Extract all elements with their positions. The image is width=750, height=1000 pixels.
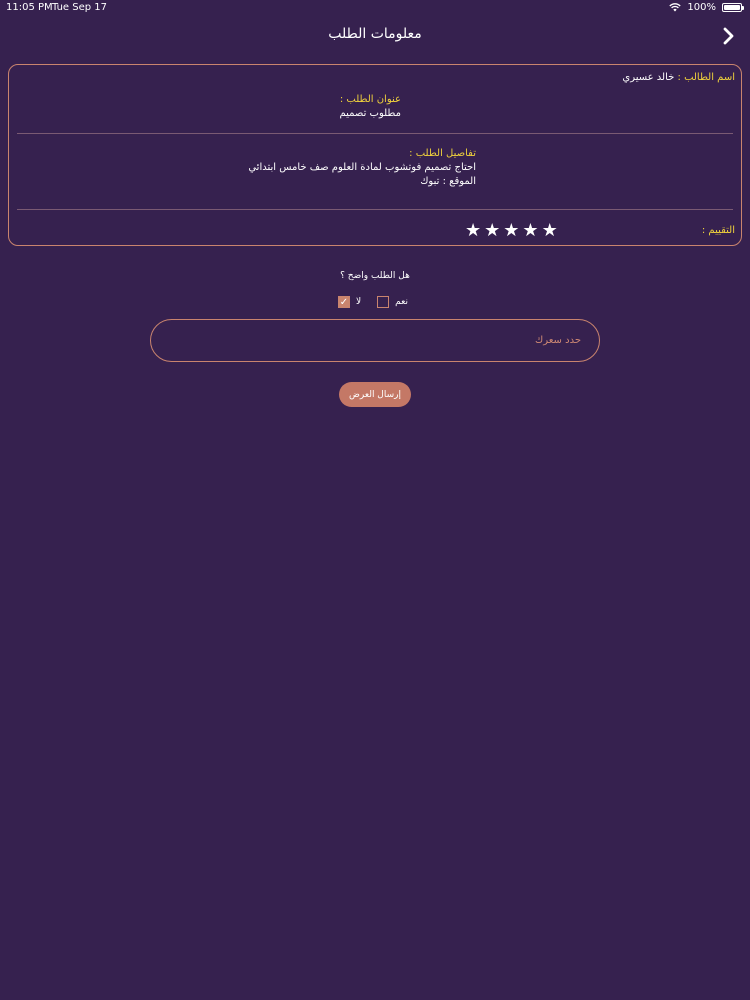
yes-label: نعم bbox=[395, 297, 408, 307]
request-location: الموقع : تبوك bbox=[420, 176, 476, 187]
star-icon: ★ bbox=[541, 220, 558, 241]
request-title-value: مطلوب تصميم bbox=[339, 108, 401, 119]
chevron-right-icon[interactable] bbox=[718, 26, 738, 46]
star-icon: ★ bbox=[522, 220, 539, 241]
student-line: اسم الطالب : خالد عسيري bbox=[622, 72, 735, 83]
student-label: اسم الطالب : bbox=[677, 72, 735, 83]
no-checkbox[interactable]: ✓ bbox=[338, 296, 350, 308]
nav-bar: معلومات الطلب bbox=[0, 18, 750, 54]
student-name: خالد عسيري bbox=[622, 72, 675, 83]
request-details-label: تفاصيل الطلب : bbox=[409, 148, 476, 159]
no-label: لا bbox=[356, 297, 362, 307]
status-date: Tue Sep 17 bbox=[52, 2, 108, 13]
rating-stars: ★ ★ ★ ★ ★ bbox=[465, 222, 558, 240]
request-title-label: عنوان الطلب : bbox=[339, 94, 401, 105]
divider bbox=[17, 209, 733, 210]
status-indicators: 100% bbox=[669, 2, 744, 13]
price-input[interactable] bbox=[151, 320, 599, 361]
clarity-question: هل الطلب واضح ؟ bbox=[340, 271, 410, 281]
star-icon: ★ bbox=[503, 220, 520, 241]
price-field[interactable] bbox=[150, 319, 600, 362]
checkmark-icon: ✓ bbox=[339, 296, 349, 308]
battery-icon bbox=[722, 3, 744, 12]
request-title-section: عنوان الطلب : مطلوب تصميم bbox=[141, 93, 401, 121]
wifi-icon bbox=[669, 3, 682, 12]
star-icon: ★ bbox=[465, 220, 482, 241]
divider bbox=[17, 133, 733, 134]
request-details-value: احتاج تصميم فوتشوب لمادة العلوم صف خامس … bbox=[248, 162, 476, 173]
star-icon: ★ bbox=[484, 220, 501, 241]
battery-percentage: 100% bbox=[687, 2, 716, 13]
page-title: معلومات الطلب bbox=[328, 26, 422, 42]
request-info-card: اسم الطالب : خالد عسيري عنوان الطلب : مط… bbox=[8, 64, 742, 246]
clarity-options: ✓ لا نعم bbox=[338, 294, 414, 310]
request-details-section: تفاصيل الطلب : احتاج تصميم فوتشوب لمادة … bbox=[216, 147, 476, 189]
yes-checkbox[interactable] bbox=[377, 296, 390, 308]
rating-label: التقييم : bbox=[701, 225, 735, 236]
status-bar: 11:05 PM Tue Sep 17 100% bbox=[0, 0, 750, 16]
submit-offer-button[interactable]: إرسال العرض bbox=[339, 382, 411, 407]
status-time: 11:05 PM bbox=[6, 2, 53, 13]
